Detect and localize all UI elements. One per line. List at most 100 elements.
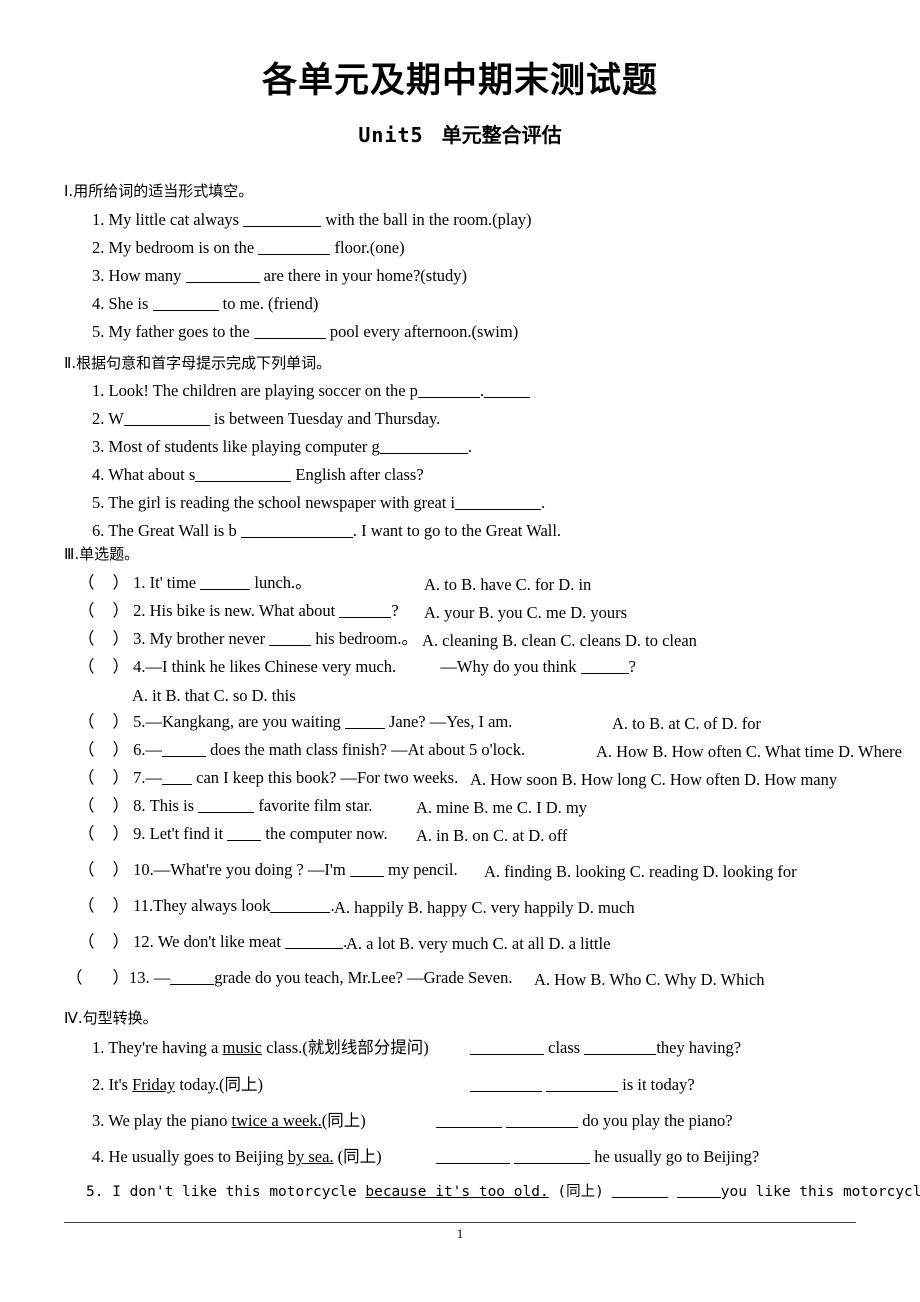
answer-blank[interactable] — [152, 310, 219, 311]
section-3-options-9[interactable]: A. in B. on C. at D. off — [416, 826, 567, 846]
answer-bracket[interactable]: （ — [78, 629, 95, 648]
answer-blank[interactable] — [195, 481, 292, 482]
section-3-options-6[interactable]: A. How B. How often C. What time D. Wher… — [596, 742, 902, 762]
section-3-item-7: （） 7.— can I keep this book? —For two we… — [78, 768, 459, 787]
answer-blank[interactable] — [270, 912, 331, 913]
answer-blank[interactable] — [198, 812, 255, 813]
section-4-item-1-question: 1. They're having a music class.(就划线部分提问… — [92, 1038, 429, 1057]
answer-blank[interactable] — [227, 840, 262, 841]
answer-bracket[interactable]: （ — [78, 712, 95, 731]
section-3-options-8[interactable]: A. mine B. me C. I D. my — [416, 798, 587, 818]
section-1-heading: Ⅰ.用所给词的适当形式填空。 — [64, 182, 254, 200]
answer-blank[interactable] — [123, 425, 210, 426]
answer-blank[interactable] — [484, 397, 531, 398]
answer-blank[interactable] — [417, 397, 480, 398]
page-number: 1 — [456, 1226, 464, 1241]
section-1-item-1: 1. My little cat always with the ball in… — [92, 210, 532, 229]
exam-page: 各单元及期中期末测试题 Unit5 单元整合评估 Ⅰ.用所给词的适当形式填空。 1… — [0, 0, 920, 1302]
answer-blank[interactable] — [258, 254, 331, 255]
section-1-item-3: 3. How many are there in your home?(stud… — [92, 266, 468, 285]
section-3-item-4: （） 4.—I think he likes Chinese very much… — [78, 657, 636, 676]
answer-blank[interactable] — [506, 1127, 579, 1128]
answer-blank[interactable] — [514, 1163, 591, 1164]
section-3-item-13: （）13. — grade do you teach, Mr.Lee? —Grad… — [66, 968, 513, 987]
answer-bracket[interactable]: （ — [78, 896, 95, 915]
answer-blank[interactable] — [676, 1197, 721, 1198]
answer-bracket[interactable]: （ — [78, 573, 95, 592]
section-2-item-5: 5. The girl is reading the school newspa… — [92, 493, 546, 512]
answer-blank[interactable] — [185, 282, 260, 283]
answer-blank[interactable] — [170, 984, 215, 985]
answer-blank[interactable] — [344, 728, 385, 729]
answer-blank[interactable] — [240, 537, 353, 538]
subtitle-chinese: 单元整合评估 — [441, 123, 562, 147]
section-3-item-5: （） 5.—Kangkang, are you waiting Jane? —Y… — [78, 712, 513, 731]
section-4-item-2-answer: is it today? — [470, 1076, 695, 1094]
answer-blank[interactable] — [339, 617, 392, 618]
section-3-item-10: （） 10.—What're you doing ? —I'm my penci… — [78, 860, 458, 879]
section-3-item-1: （） 1. It' time lunch.。 — [78, 573, 312, 592]
footer-divider — [64, 1222, 856, 1223]
answer-blank[interactable] — [455, 509, 542, 510]
section-3-options-5[interactable]: A. to B. at C. of D. for — [612, 714, 761, 734]
section-4-item-3-question: 3. We play the piano twice a week.(同上) — [92, 1111, 366, 1130]
answer-blank[interactable] — [200, 589, 251, 590]
section-4-item-4-answer: he usually go to Beijing? — [436, 1148, 759, 1166]
page-title: 各单元及期中期末测试题 — [261, 61, 658, 101]
answer-blank[interactable] — [379, 453, 468, 454]
answer-blank[interactable] — [243, 226, 322, 227]
section-2-item-3: 3. Most of students like playing compute… — [92, 437, 472, 456]
answer-bracket[interactable]: （ — [78, 932, 95, 951]
answer-bracket[interactable]: （ — [78, 796, 95, 815]
section-3-options-1[interactable]: A. to B. have C. for D. in — [424, 575, 591, 595]
section-2-item-1: 1. Look! The children are playing soccer… — [92, 382, 531, 400]
answer-blank[interactable] — [349, 876, 384, 877]
section-3-options-11[interactable]: A. happily B. happy C. very happily D. m… — [334, 898, 635, 918]
section-4-item-4-question: 4. He usually goes to Beijing by sea. (同… — [92, 1147, 382, 1166]
section-2-item-4: 4. What about s English after class? — [92, 465, 424, 484]
section-4-item-3-answer: do you play the piano? — [436, 1112, 733, 1130]
answer-bracket[interactable]: （ — [78, 860, 95, 879]
section-1-item-5: 5. My father goes to the pool every afte… — [92, 322, 519, 341]
section-1-item-2: 2. My bedroom is on the floor.(one) — [92, 238, 405, 257]
page-subtitle: Unit5 单元整合评估 — [0, 124, 920, 147]
answer-blank[interactable] — [612, 1197, 668, 1198]
section-3-options-12[interactable]: A. a lot B. very much C. at all D. a lit… — [346, 934, 610, 954]
answer-bracket[interactable]: （ — [78, 768, 95, 787]
answer-blank[interactable] — [253, 338, 326, 339]
section-4-item-2-question: 2. It's Friday today.(同上) — [92, 1075, 264, 1094]
answer-blank[interactable] — [162, 756, 206, 757]
section-4-item-1-answer: class they having? — [470, 1039, 741, 1057]
answer-bracket[interactable]: （ — [66, 968, 83, 987]
answer-blank[interactable] — [162, 784, 192, 785]
section-3-item-12: （） 12. We don't like meat . — [78, 932, 348, 951]
section-3-options-10[interactable]: A. finding B. looking C. reading D. look… — [484, 862, 797, 882]
section-2-item-6: 6. The Great Wall is b . I want to go to… — [92, 521, 562, 540]
answer-blank[interactable] — [470, 1054, 544, 1055]
section-3-options-4[interactable]: A. it B. that C. so D. this — [132, 686, 296, 706]
answer-bracket[interactable]: （ — [78, 740, 95, 759]
section-3-item-6: （） 6.— does the math class finish? —At a… — [78, 740, 526, 759]
section-4-heading: Ⅳ.句型转换。 — [64, 1009, 158, 1027]
section-2-item-2: 2. W is between Tuesday and Thursday. — [92, 409, 441, 428]
answer-blank[interactable] — [584, 1054, 657, 1055]
section-3-options-3[interactable]: A. cleaning B. clean C. cleans D. to cle… — [422, 631, 697, 651]
answer-bracket[interactable]: （ — [78, 657, 95, 676]
section-3-options-2[interactable]: A. your B. you C. me D. yours — [424, 603, 627, 623]
section-1-item-4: 4. She is to me. (friend) — [92, 294, 319, 313]
section-3-options-7[interactable]: A. How soon B. How long C. How often D. … — [470, 770, 837, 790]
section-3-item-9: （） 9. Let't find it the computer now. — [78, 824, 388, 843]
section-4-item-5-answer: you like this motorcycle? — [612, 1185, 920, 1200]
answer-blank[interactable] — [436, 1163, 510, 1164]
answer-blank[interactable] — [580, 673, 629, 674]
section-3-item-3: （） 3. My brother never his bedroom.。 — [78, 629, 419, 648]
section-2-heading: Ⅱ.根据句意和首字母提示完成下列单词。 — [64, 354, 332, 372]
section-3-options-13[interactable]: A. How B. Who C. Why D. Which — [534, 970, 765, 990]
answer-blank[interactable] — [546, 1091, 619, 1092]
answer-bracket[interactable]: （ — [78, 824, 95, 843]
answer-blank[interactable] — [470, 1091, 542, 1092]
answer-blank[interactable] — [436, 1127, 502, 1128]
answer-blank[interactable] — [269, 645, 312, 646]
answer-blank[interactable] — [285, 948, 344, 949]
answer-bracket[interactable]: （ — [78, 601, 95, 620]
